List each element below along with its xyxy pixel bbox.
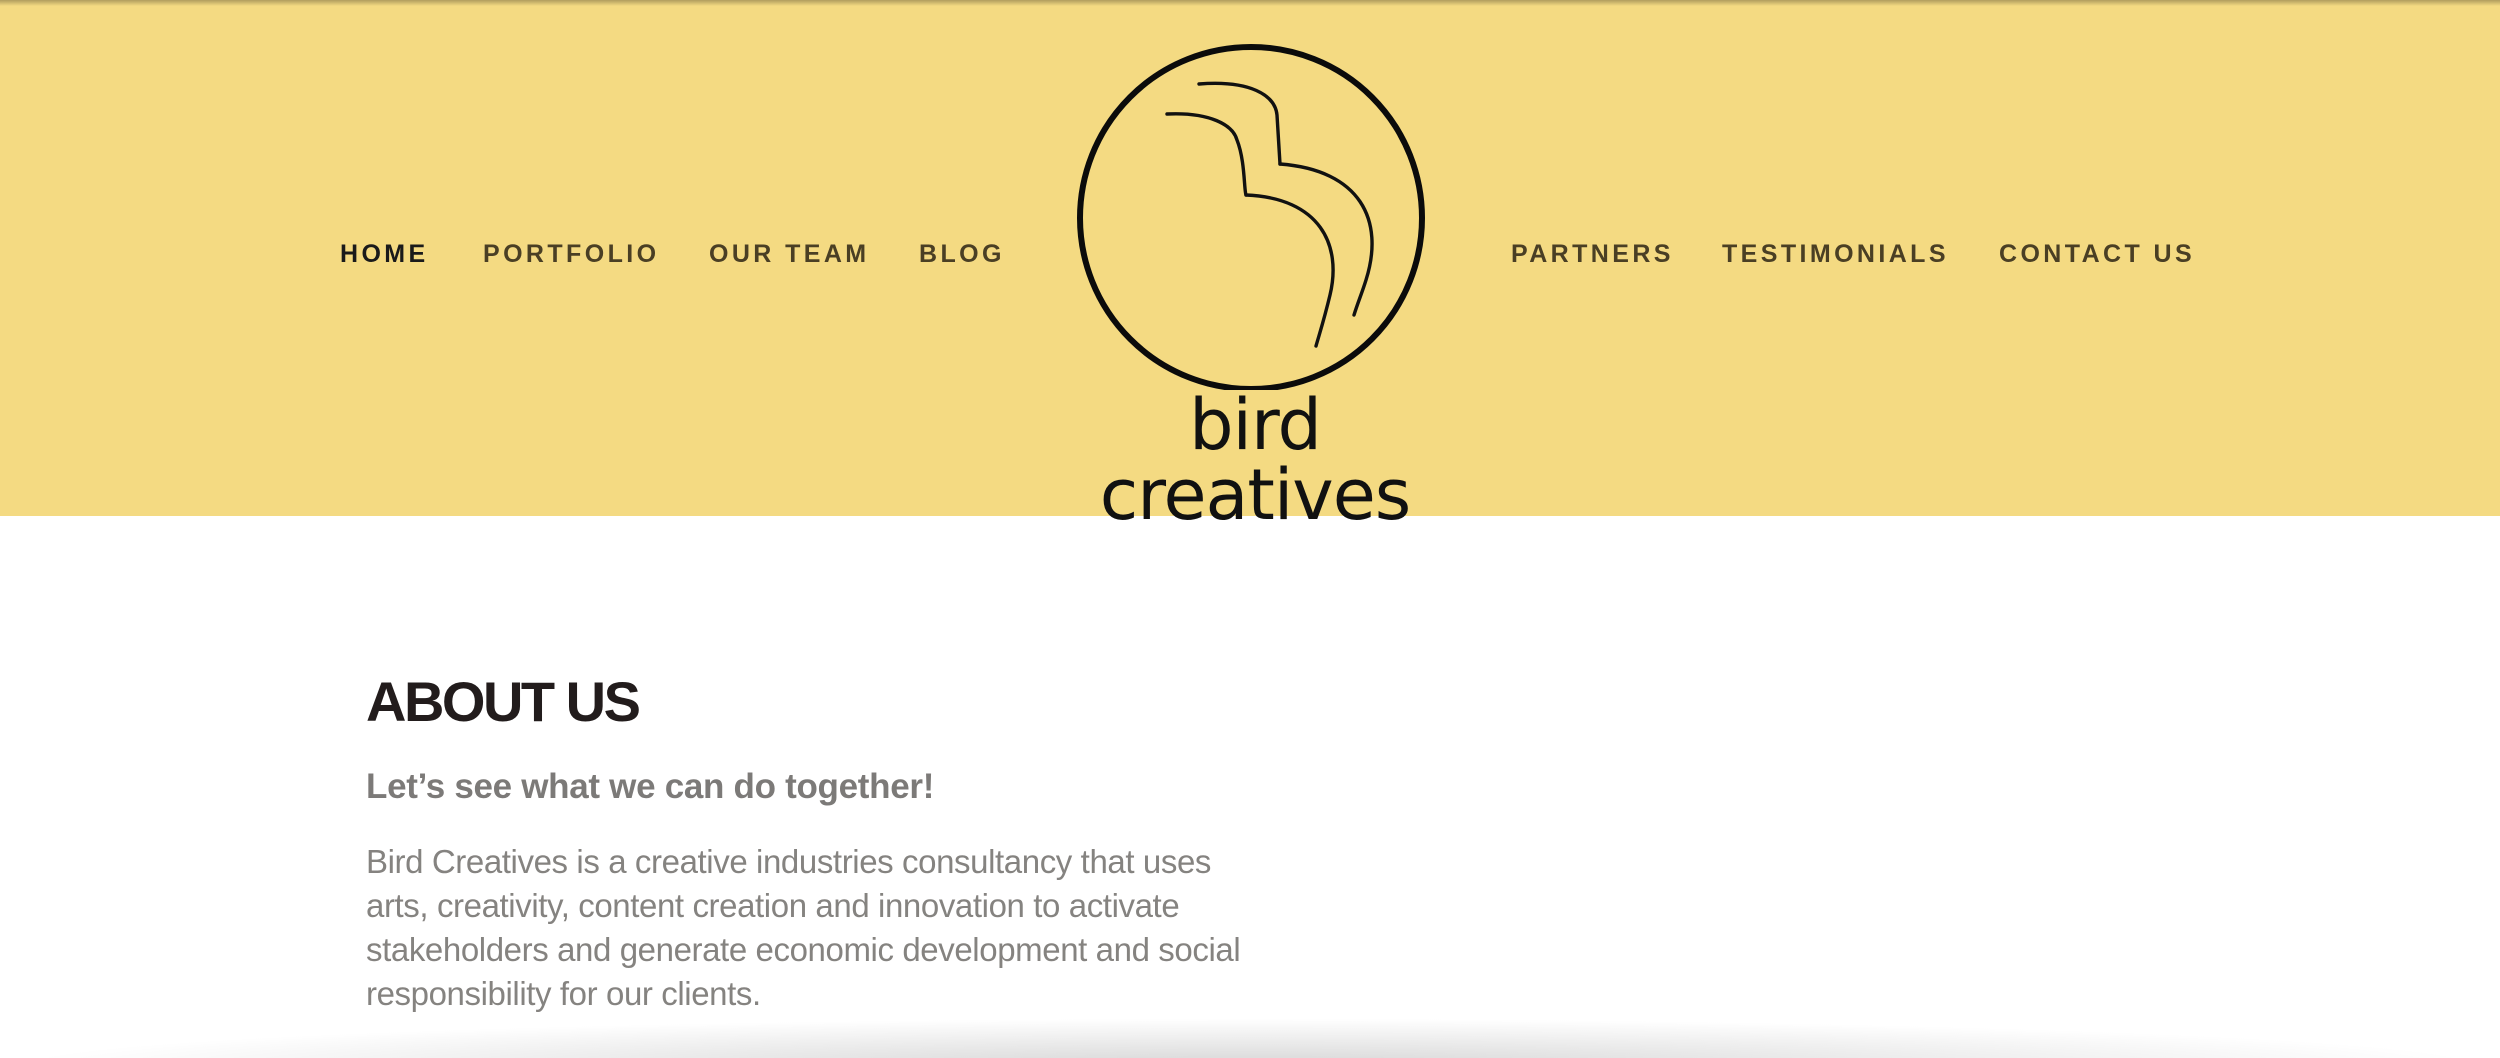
page: HOME PORTFOLIO OUR TEAM BLOG bird creati… <box>0 0 2500 1058</box>
about-subtitle: Let’s see what we can do together! <box>366 767 935 806</box>
bottom-shadow <box>0 1018 2500 1058</box>
about-section: ABOUT US Let’s see what we can do togeth… <box>366 660 1246 1016</box>
about-body-text: Bird Creatives is a creative industries … <box>366 843 1241 1012</box>
bird-circle-logo-icon <box>1077 44 1425 390</box>
nav-contact-us-link[interactable]: CONTACT US <box>1999 236 2195 272</box>
top-shadow <box>0 0 2500 6</box>
nav-blog-link[interactable]: BLOG <box>919 236 1005 272</box>
logo-link[interactable]: bird creatives <box>1070 40 1440 530</box>
nav-testimonials-link[interactable]: TESTIMONIALS <box>1722 236 1949 272</box>
nav-partners-link[interactable]: PARTNERS <box>1511 236 1674 272</box>
about-title: ABOUT US <box>366 670 641 733</box>
site-header: HOME PORTFOLIO OUR TEAM BLOG bird creati… <box>0 0 2500 530</box>
nav-portfolio-link[interactable]: PORTFOLIO <box>483 236 659 272</box>
nav-our-team-link[interactable]: OUR TEAM <box>709 236 870 272</box>
nav-home-link[interactable]: HOME <box>340 236 429 272</box>
logo-wordmark: bird creatives <box>1099 384 1412 536</box>
